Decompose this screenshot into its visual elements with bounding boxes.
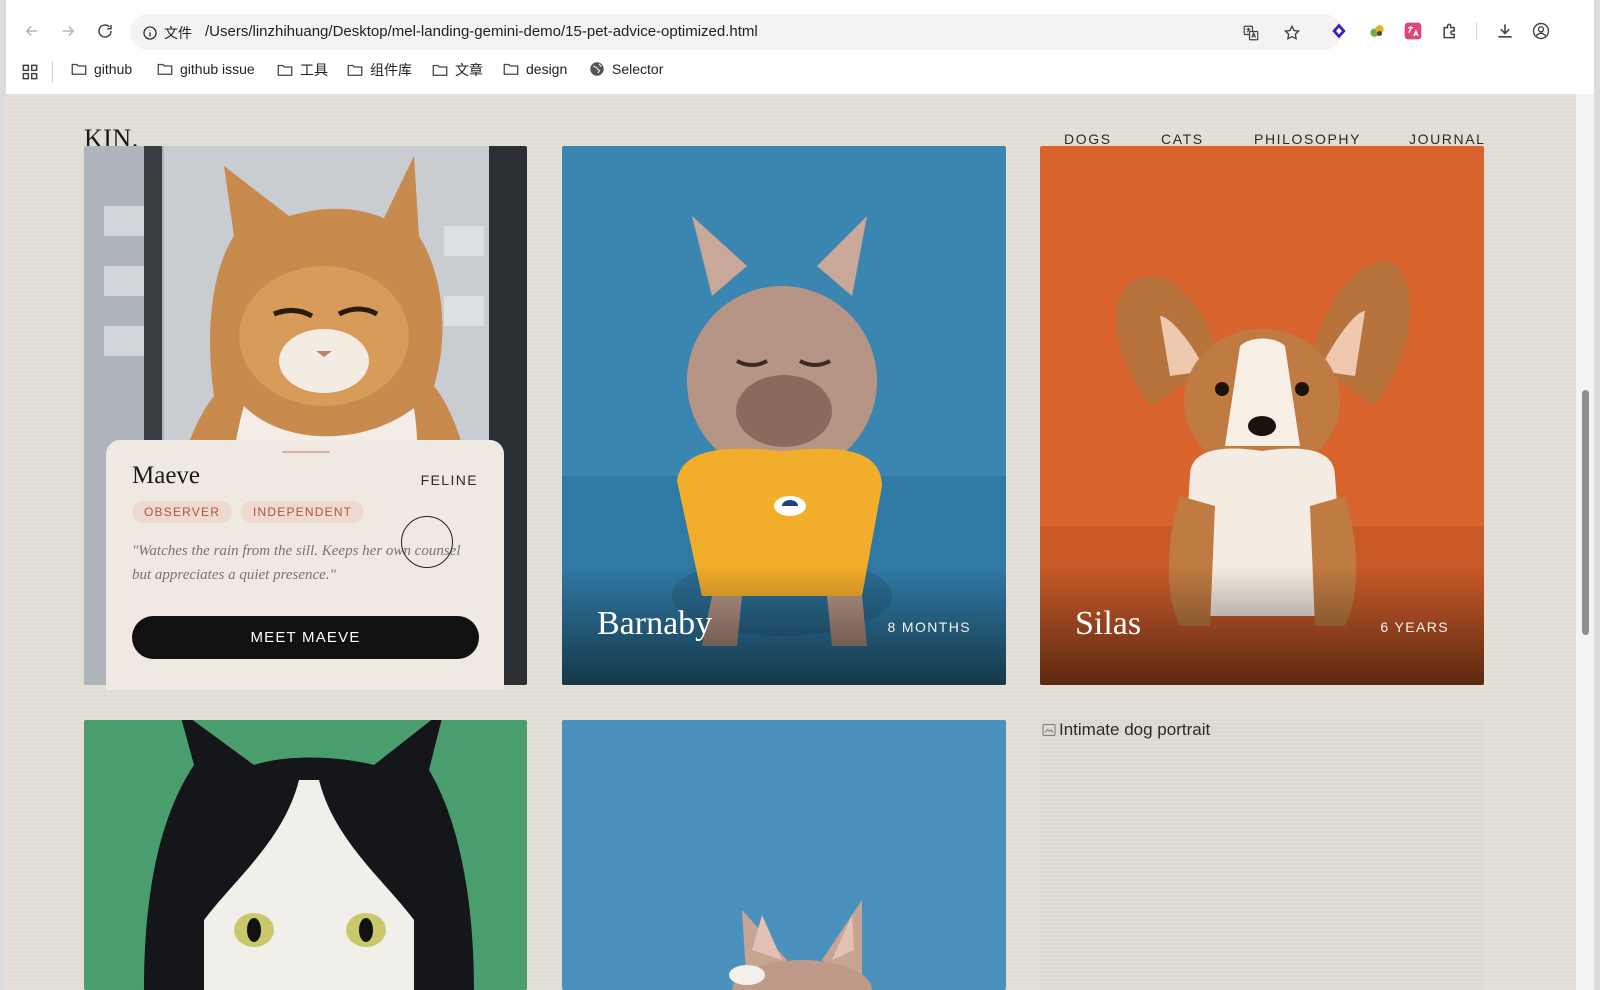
extension-bug-button[interactable]	[1366, 20, 1388, 42]
browser-window: 文件 /Users/linzhihuang/Desktop/mel-landin…	[6, 0, 1594, 990]
url-text[interactable]: /Users/linzhihuang/Desktop/mel-landing-g…	[205, 23, 758, 40]
bookmark-selector[interactable]: Selector	[588, 60, 663, 78]
apps-grid-icon[interactable]	[20, 62, 40, 82]
bookmark-design[interactable]: design	[502, 60, 567, 78]
extensions-button[interactable]	[1439, 20, 1461, 42]
bookmark-components[interactable]: 组件库	[346, 60, 412, 80]
drag-handle[interactable]	[282, 451, 330, 453]
card-pet-age: 6 YEARS	[1380, 619, 1449, 635]
bulldog-photo-2	[562, 720, 1006, 990]
bookmark-label: design	[526, 61, 568, 77]
pet-card-dog-blue[interactable]	[562, 720, 1006, 990]
translate-button[interactable]	[1240, 22, 1262, 44]
bookmark-star-button[interactable]	[1281, 22, 1303, 44]
meet-pet-button[interactable]: MEET MAEVE	[132, 616, 479, 659]
security-label: 文件	[164, 25, 192, 41]
pet-name: Maeve	[132, 462, 201, 489]
bookmark-label: github	[94, 61, 133, 77]
bug-icon	[1370, 25, 1384, 37]
download-icon	[1498, 24, 1512, 38]
cursor-ring	[401, 516, 453, 568]
toolbar-divider	[1476, 22, 1477, 40]
nav-journal[interactable]: JOURNAL	[1409, 131, 1486, 147]
broken-image-icon	[1042, 724, 1056, 736]
folder-icon	[432, 64, 448, 76]
nav-cats[interactable]: CATS	[1161, 131, 1204, 147]
profile-icon	[1532, 22, 1550, 40]
extension-pink-button[interactable]	[1402, 20, 1424, 42]
downloads-button[interactable]	[1494, 20, 1516, 42]
folder-icon	[157, 63, 173, 75]
nav-dogs[interactable]: DOGS	[1064, 131, 1112, 147]
folder-icon	[503, 63, 519, 75]
diamond-icon	[1332, 23, 1346, 39]
translate-badge-icon	[1404, 22, 1422, 40]
broken-image: Intimate dog portrait	[1041, 720, 1484, 990]
folder-icon	[71, 63, 87, 75]
star-icon	[1283, 24, 1301, 40]
profile-button[interactable]	[1530, 20, 1552, 42]
bookmark-label: 工具	[300, 62, 328, 78]
card-pet-name: Barnaby	[597, 605, 713, 642]
folder-icon	[277, 64, 293, 76]
bookmarks-divider	[52, 62, 53, 82]
page-viewport: KIN. DOGS CATS PHILOSOPHY JOURNAL Maeve …	[6, 94, 1576, 990]
bookmark-label: 组件库	[370, 62, 412, 78]
card-pet-age: 8 MONTHS	[887, 619, 971, 635]
tuxedo-cat-photo	[84, 720, 527, 990]
bookmark-label: Selector	[612, 61, 664, 77]
folder-icon	[347, 64, 363, 76]
bookmark-label: github issue	[180, 61, 255, 77]
arrow-right-icon	[62, 25, 75, 37]
page-scrollbar[interactable]	[1576, 94, 1594, 990]
pet-card-silas[interactable]: Silas 6 YEARS	[1040, 146, 1484, 685]
reload-icon	[98, 24, 112, 38]
puzzle-icon	[1443, 23, 1455, 39]
scrollbar-thumb[interactable]	[1582, 390, 1589, 635]
bookmark-tools[interactable]: 工具	[276, 60, 328, 80]
extension-diamond-button[interactable]	[1328, 20, 1350, 42]
broken-image-alt: Intimate dog portrait	[1041, 720, 1210, 740]
bookmarks-bar: github github issue 工具 组件库 文章 design Sel…	[6, 58, 1594, 94]
browser-toolbar: 文件 /Users/linzhihuang/Desktop/mel-landin…	[6, 0, 1594, 58]
pet-card-barnaby[interactable]: Barnaby 8 MONTHS	[562, 146, 1006, 685]
arrow-left-icon	[25, 25, 38, 37]
bookmark-github-issue[interactable]: github issue	[156, 60, 255, 78]
info-icon	[143, 26, 157, 40]
broken-image-text: Intimate dog portrait	[1059, 720, 1211, 739]
nav-philosophy[interactable]: PHILOSOPHY	[1254, 131, 1361, 147]
bookmark-label: 文章	[455, 62, 483, 78]
card-pet-name: Silas	[1075, 605, 1142, 642]
bookmark-github[interactable]: github	[70, 60, 132, 78]
bookmark-articles[interactable]: 文章	[431, 60, 483, 80]
pet-profile-panel: Maeve FELINE OBSERVER INDEPENDENT "Watch…	[106, 440, 504, 690]
translate-icon	[1243, 25, 1259, 41]
back-button[interactable]	[19, 18, 45, 44]
pet-card-cat-green[interactable]	[84, 720, 527, 990]
trait-tag-independent: INDEPENDENT	[241, 501, 365, 523]
address-bar[interactable]: 文件 /Users/linzhihuang/Desktop/mel-landin…	[130, 14, 1342, 50]
reload-button[interactable]	[92, 18, 118, 44]
trait-tag-observer: OBSERVER	[132, 501, 233, 523]
forward-button[interactable]	[55, 18, 81, 44]
site-info-button[interactable]: 文件	[142, 23, 192, 43]
globe-icon	[590, 62, 604, 76]
pet-species: FELINE	[420, 472, 478, 488]
